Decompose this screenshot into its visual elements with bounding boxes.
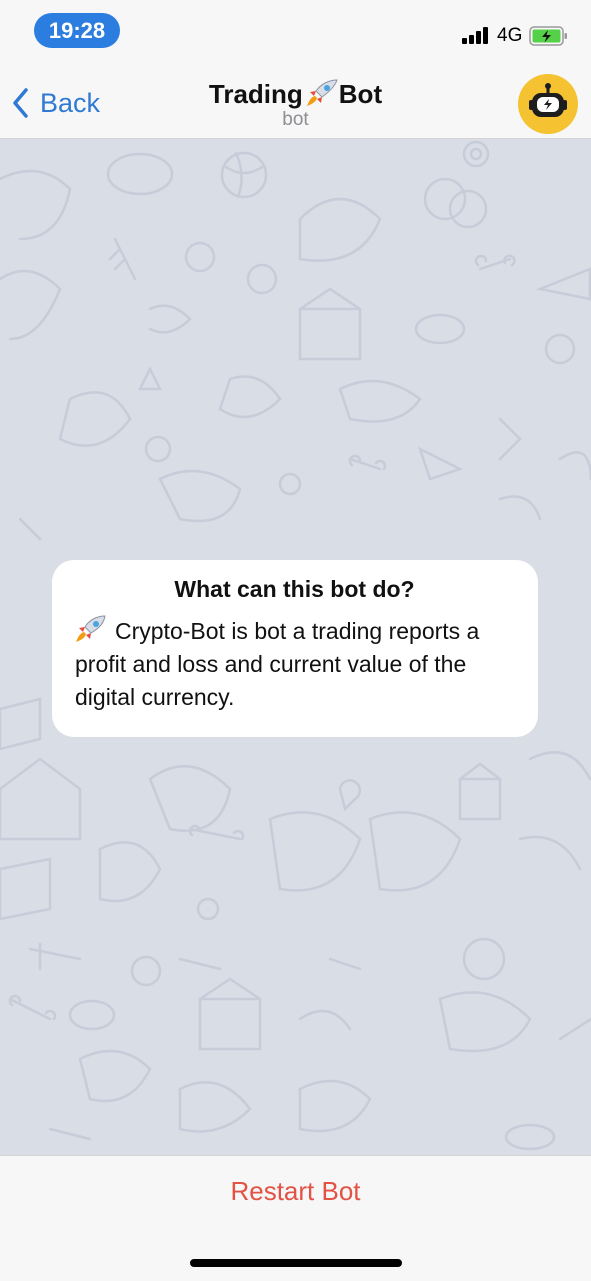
bot-info-description: Crypto-Bot is bot a trading reports a pr… xyxy=(75,615,514,714)
rocket-icon xyxy=(306,79,338,106)
bot-info-description-text: Crypto-Bot is bot a trading reports a pr… xyxy=(75,618,480,710)
status-time: 19:28 xyxy=(34,13,120,48)
chat-title[interactable]: Trading Bot xyxy=(0,78,591,110)
bottom-bar: Restart Bot xyxy=(0,1155,591,1281)
restart-bot-button[interactable]: Restart Bot xyxy=(0,1176,591,1207)
signal-strength-icon xyxy=(462,26,492,44)
chat-subtitle: bot xyxy=(282,109,309,130)
home-indicator xyxy=(190,1259,402,1267)
chat-background: What can this bot do? Crypto-Bot is bot … xyxy=(0,139,591,1155)
bot-info-title: What can this bot do? xyxy=(174,576,415,602)
bot-avatar[interactable] xyxy=(518,74,578,134)
astronaut-helmet-icon xyxy=(529,83,567,117)
status-bar: 19:28 4G xyxy=(0,0,591,64)
rocket-icon xyxy=(76,615,106,642)
battery-charging-icon xyxy=(529,26,567,46)
chat-title-prefix: Trading xyxy=(208,79,303,109)
network-type-label: 4G xyxy=(497,25,523,46)
chat-title-suffix: Bot xyxy=(338,79,383,109)
bot-info-card: What can this bot do? Crypto-Bot is bot … xyxy=(52,560,538,737)
navigation-bar: Back Trading Bot bot xyxy=(0,64,591,139)
